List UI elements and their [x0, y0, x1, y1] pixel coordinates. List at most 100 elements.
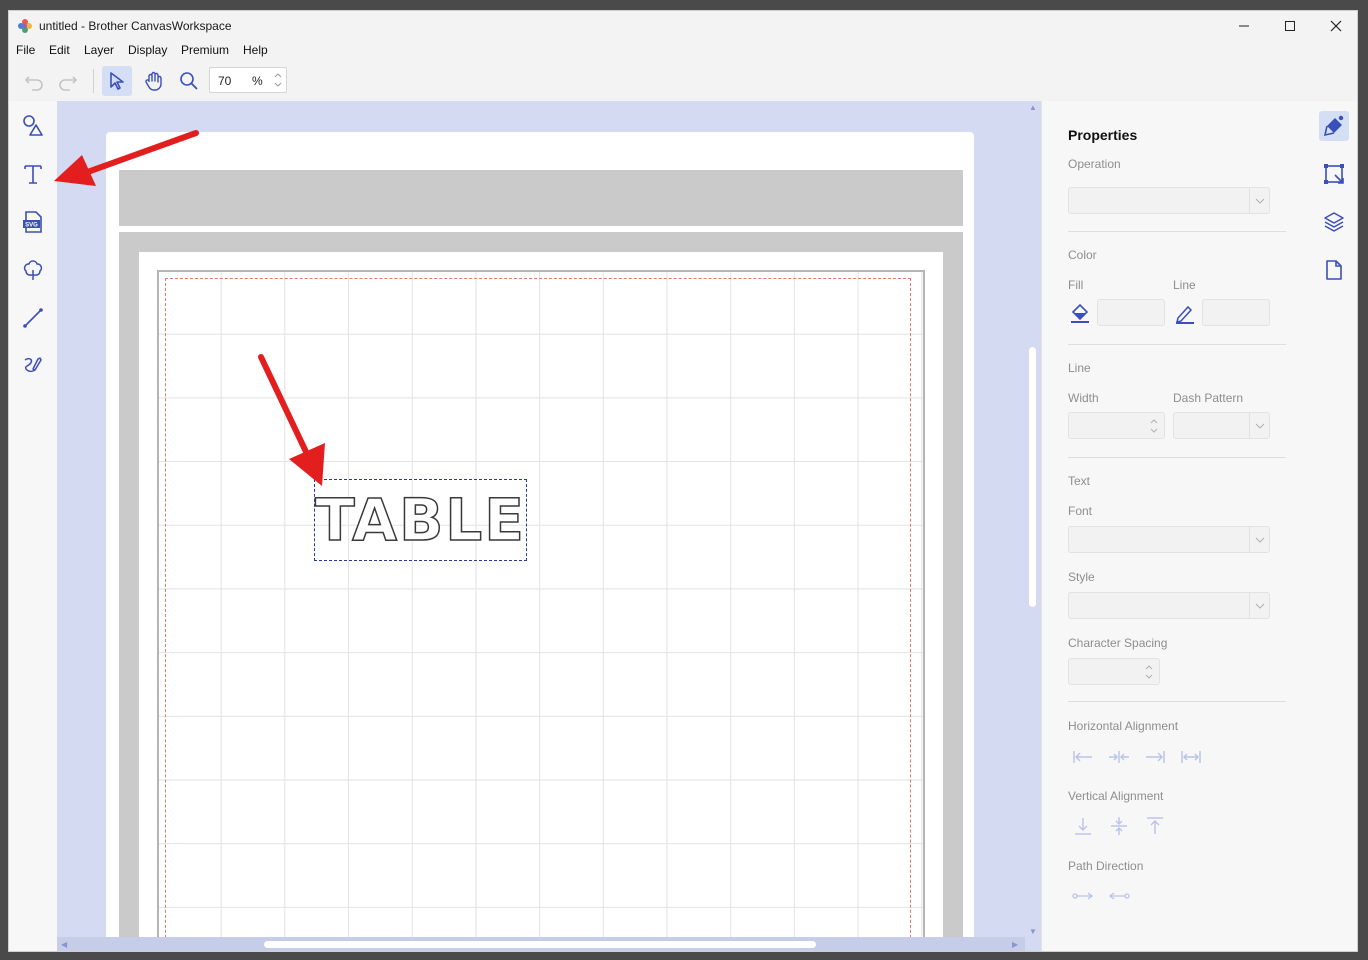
svg-import-icon: SVG: [23, 211, 42, 233]
operation-label: Operation: [1068, 157, 1121, 171]
vertical-scroll-thumb[interactable]: [1029, 347, 1036, 607]
properties-panel: Properties Operation Color Fill Line Lin…: [1041, 101, 1309, 951]
transform-icon: [1324, 164, 1344, 184]
minimize-icon: [1239, 25, 1249, 27]
divider: [1068, 231, 1286, 232]
scroll-down-icon[interactable]: ▼: [1029, 927, 1037, 936]
svg-import-button[interactable]: SVG: [18, 207, 48, 237]
operation-select[interactable]: [1068, 187, 1270, 214]
dash-pattern-label: Dash Pattern: [1173, 391, 1244, 405]
line-pen-icon: [1172, 302, 1198, 324]
maximize-button[interactable]: [1267, 11, 1313, 41]
dash-pattern-select[interactable]: [1173, 412, 1270, 439]
align-center-icon[interactable]: [1106, 746, 1132, 768]
color-heading: Color: [1068, 248, 1097, 262]
fill-label: Fill: [1068, 278, 1084, 292]
select-tool-button[interactable]: [102, 66, 132, 96]
freehand-tool-button[interactable]: [18, 351, 48, 381]
menu-premium[interactable]: Premium: [181, 43, 229, 57]
align-middle-icon[interactable]: [1106, 815, 1132, 837]
zoom-magnifier-icon: [180, 72, 198, 90]
hand-tool-button[interactable]: [139, 66, 169, 96]
stepper-arrows-icon: [1144, 413, 1164, 438]
horizontal-scroll-thumb[interactable]: [264, 941, 816, 948]
horizontal-alignment-label: Horizontal Alignment: [1068, 719, 1179, 733]
toolbar-separator: [93, 69, 94, 93]
zoom-spinner-icon[interactable]: [272, 69, 284, 91]
text-tool-button[interactable]: [18, 159, 48, 189]
fill-bucket-icon: [1067, 302, 1093, 324]
freehand-icon: [24, 357, 42, 373]
text-icon: [24, 165, 42, 184]
chevron-down-icon: [1249, 413, 1269, 438]
scroll-left-icon[interactable]: ◀: [61, 940, 67, 949]
text-object-content: TABLE: [314, 486, 526, 554]
line-tool-button[interactable]: [18, 303, 48, 333]
window-title: untitled - Brother CanvasWorkspace: [39, 19, 232, 33]
align-bottom-icon[interactable]: [1070, 815, 1096, 837]
properties-title: Properties: [1068, 127, 1138, 143]
canvas-area[interactable]: TABLE: [57, 101, 1041, 951]
menu-layer[interactable]: Layer: [84, 43, 114, 57]
transform-tab[interactable]: [1319, 159, 1349, 189]
text-heading: Text: [1068, 474, 1091, 488]
menu-file[interactable]: File: [16, 43, 35, 57]
path-forward-icon[interactable]: [1070, 885, 1096, 907]
menu-help[interactable]: Help: [243, 43, 268, 57]
select-pointer-icon: [110, 72, 124, 90]
redo-button[interactable]: [53, 66, 83, 96]
shapes-tool-button[interactable]: [18, 111, 48, 141]
scroll-up-icon[interactable]: ▲: [1029, 103, 1037, 112]
layers-tab[interactable]: [1319, 207, 1349, 237]
style-select[interactable]: [1068, 592, 1270, 619]
layers-icon: [1324, 212, 1344, 232]
align-justify-icon[interactable]: [1178, 746, 1204, 768]
align-right-icon[interactable]: [1142, 746, 1168, 768]
close-button[interactable]: [1313, 11, 1357, 41]
page-icon: [1326, 260, 1342, 280]
close-icon: [1330, 20, 1342, 32]
chevron-down-icon: [1249, 188, 1269, 213]
align-left-icon[interactable]: [1070, 746, 1096, 768]
cut-area-boundary: [165, 278, 911, 951]
redo-icon: [59, 76, 78, 91]
line-heading: Line: [1068, 361, 1091, 375]
chevron-down-icon: [1249, 527, 1269, 552]
hand-pan-icon: [145, 71, 162, 91]
line-color-field[interactable]: [1202, 299, 1270, 326]
zoom-input[interactable]: 70 %: [209, 67, 287, 93]
line-icon: [23, 308, 43, 328]
left-toolbox: SVG: [9, 101, 57, 951]
horizontal-scrollbar[interactable]: ◀ ▶: [57, 937, 1025, 951]
width-label: Width: [1068, 391, 1099, 405]
maximize-icon: [1285, 21, 1295, 31]
vertical-scrollbar[interactable]: ▲ ▼: [1025, 101, 1041, 939]
divider: [1068, 344, 1286, 345]
menu-edit[interactable]: Edit: [49, 43, 70, 57]
line-color-label: Line: [1173, 278, 1196, 292]
path-direction-label: Path Direction: [1068, 859, 1144, 873]
align-top-icon[interactable]: [1142, 815, 1168, 837]
menu-bar: File Edit Layer Display Premium Help: [9, 41, 1357, 61]
minimize-button[interactable]: [1221, 11, 1267, 41]
zoom-tool-button[interactable]: [174, 66, 204, 96]
chevron-down-icon: [1249, 593, 1269, 618]
undo-icon: [24, 76, 43, 91]
font-select[interactable]: [1068, 526, 1270, 553]
character-spacing-stepper[interactable]: [1068, 658, 1160, 685]
selected-text-object[interactable]: TABLE: [314, 479, 527, 561]
tree-shape-button[interactable]: [18, 255, 48, 285]
page-tab[interactable]: [1319, 255, 1349, 285]
properties-tab[interactable]: [1319, 111, 1349, 141]
line-width-stepper[interactable]: [1068, 412, 1165, 439]
scroll-right-icon[interactable]: ▶: [1012, 940, 1018, 949]
undo-button[interactable]: [19, 66, 49, 96]
zoom-unit: %: [252, 74, 263, 88]
divider: [1068, 701, 1286, 702]
title-bar: untitled - Brother CanvasWorkspace: [9, 11, 1357, 41]
svg-text:SVG: SVG: [25, 223, 38, 229]
menu-display[interactable]: Display: [128, 43, 167, 57]
path-reverse-icon[interactable]: [1106, 885, 1132, 907]
divider: [1068, 457, 1286, 458]
fill-color-field[interactable]: [1097, 299, 1165, 326]
